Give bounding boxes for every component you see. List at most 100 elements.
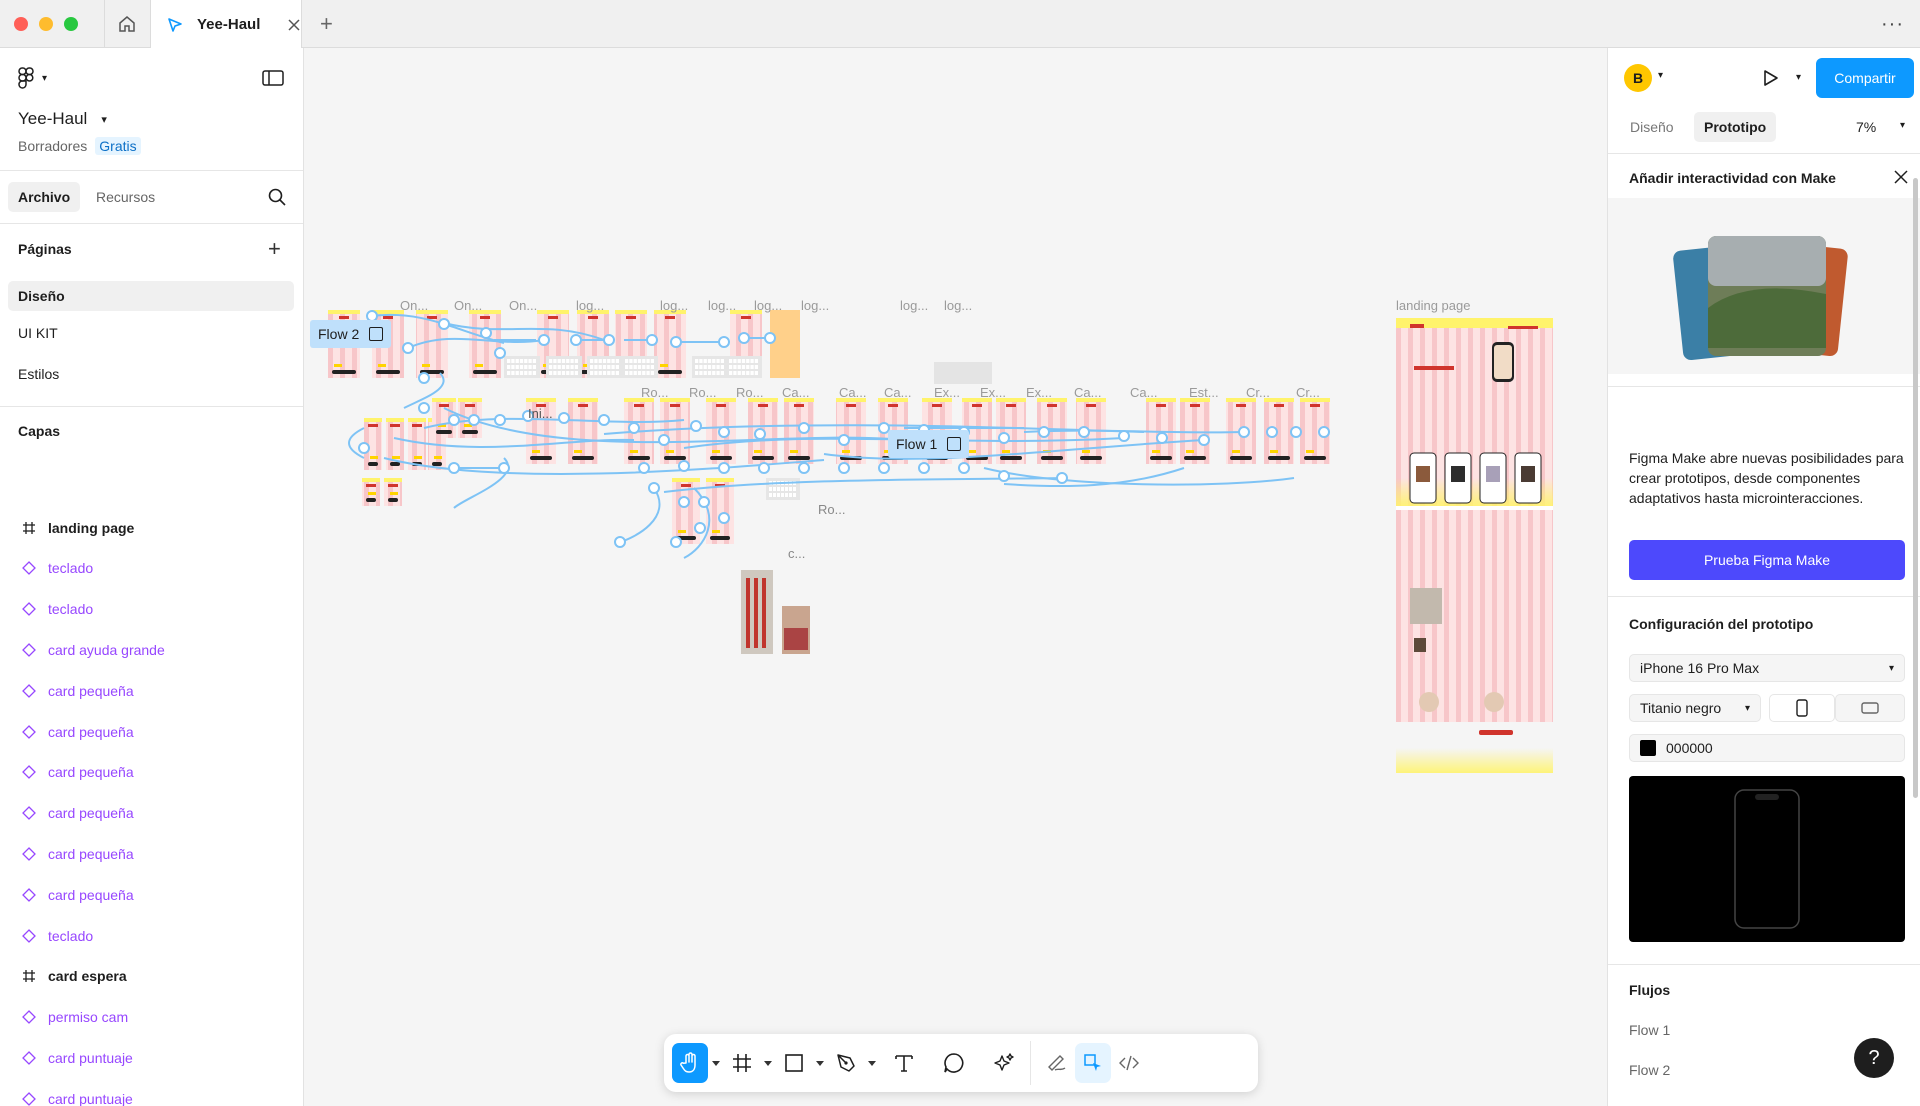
right-panel-scrollbar[interactable] <box>1913 178 1918 798</box>
frame-label[interactable]: log... <box>900 298 928 313</box>
location-link[interactable]: Borradores <box>18 138 87 154</box>
frame-label[interactable]: log... <box>576 298 604 313</box>
frame-label[interactable]: Ca... <box>839 385 866 400</box>
frame-label[interactable]: Ro... <box>736 385 763 400</box>
design-mode-button[interactable] <box>1075 1043 1111 1083</box>
page-item-ui-kit[interactable]: UI KIT <box>18 318 218 348</box>
device-color-select[interactable]: Titanio negro ▾ <box>1629 694 1761 722</box>
layer-item[interactable]: landing page <box>0 507 303 548</box>
maximize-window-button[interactable] <box>64 17 78 31</box>
frame-label[interactable]: Ca... <box>1130 385 1157 400</box>
device-select[interactable]: iPhone 16 Pro Max ▾ <box>1629 654 1905 682</box>
close-window-button[interactable] <box>14 17 28 31</box>
rectangle-tool-button[interactable] <box>776 1043 812 1083</box>
dev-mode-button[interactable] <box>1111 1043 1147 1083</box>
layer-item[interactable]: card puntuaje <box>0 1078 303 1106</box>
avatar[interactable]: B <box>1624 64 1652 92</box>
layer-item[interactable]: card pequeña <box>0 670 303 711</box>
color-swatch[interactable] <box>1640 740 1656 756</box>
text-tool-button[interactable] <box>886 1043 922 1083</box>
background-color-field[interactable]: 000000 <box>1629 734 1905 762</box>
help-button[interactable]: ? <box>1854 1038 1894 1078</box>
frame-label[interactable]: log... <box>660 298 688 313</box>
frame-label[interactable]: On... <box>509 298 537 313</box>
frame-label[interactable]: Ro... <box>689 385 716 400</box>
layer-item[interactable]: teclado <box>0 548 303 589</box>
toggle-sidebar-button[interactable] <box>262 68 286 88</box>
frame-label[interactable]: Ca... <box>884 385 911 400</box>
frame-label[interactable]: log... <box>754 298 782 313</box>
frame-label[interactable]: Ex... <box>1026 385 1052 400</box>
page-item-estilos[interactable]: Estilos <box>18 359 218 389</box>
frame-label[interactable]: Ex... <box>980 385 1006 400</box>
flow-1-tag[interactable]: Flow 1 <box>888 430 970 458</box>
close-tab-icon[interactable] <box>287 18 301 32</box>
try-figma-make-button[interactable]: Prueba Figma Make <box>1629 540 1905 580</box>
frame-label[interactable]: Cr... <box>1296 385 1320 400</box>
chevron-down-icon[interactable]: ▾ <box>1796 72 1801 83</box>
minimize-window-button[interactable] <box>39 17 53 31</box>
layer-item[interactable]: card pequeña <box>0 793 303 834</box>
zoom-level[interactable]: 7% <box>1846 112 1886 142</box>
portrait-toggle[interactable] <box>1769 694 1835 722</box>
layer-item[interactable]: card ayuda grande <box>0 629 303 670</box>
tab-design[interactable]: Diseño <box>1620 112 1684 142</box>
layer-item[interactable]: card pequeña <box>0 874 303 915</box>
frame-label[interactable]: log... <box>801 298 829 313</box>
share-button[interactable]: Compartir <box>1816 58 1914 98</box>
flow-item-1[interactable]: Flow 1 <box>1629 1022 1670 1038</box>
pen-tool-button[interactable] <box>828 1043 864 1083</box>
chevron-down-icon[interactable] <box>864 1043 880 1083</box>
page-item-diseno[interactable]: Diseño <box>8 281 294 311</box>
add-page-icon[interactable]: + <box>268 236 290 261</box>
main-menu-button[interactable]: ▾ <box>18 66 78 90</box>
frame-label[interactable]: On... <box>400 298 428 313</box>
background-hex[interactable]: 000000 <box>1666 740 1713 756</box>
chevron-down-icon[interactable] <box>760 1043 776 1083</box>
file-tab[interactable]: Yee-Haul <box>150 0 302 49</box>
frame-label[interactable]: Cr... <box>1246 385 1270 400</box>
layer-item[interactable]: card puntuaje <box>0 1037 303 1078</box>
close-make-button[interactable] <box>1894 170 1908 189</box>
chevron-down-icon[interactable] <box>812 1043 828 1083</box>
present-button[interactable] <box>1760 68 1780 93</box>
new-tab-button[interactable]: + <box>320 13 333 35</box>
frame-label[interactable]: Ex... <box>934 385 960 400</box>
frame-label[interactable]: On... <box>454 298 482 313</box>
layer-item[interactable]: teclado <box>0 589 303 630</box>
tab-assets[interactable]: Recursos <box>86 182 176 212</box>
landscape-toggle[interactable] <box>1835 694 1905 722</box>
chevron-down-icon[interactable]: ▾ <box>1658 70 1663 81</box>
comment-tool-button[interactable] <box>936 1043 972 1083</box>
ai-tool-button[interactable] <box>986 1043 1022 1083</box>
hand-tool-button[interactable] <box>672 1043 708 1083</box>
frame-label-ini[interactable]: Ini... <box>528 406 553 421</box>
frame-label[interactable]: Ca... <box>782 385 809 400</box>
frame-label[interactable]: Est... <box>1189 385 1219 400</box>
draw-mode-button[interactable] <box>1039 1043 1075 1083</box>
layer-item[interactable]: permiso cam <box>0 997 303 1038</box>
chevron-down-icon[interactable] <box>708 1043 724 1083</box>
layer-item[interactable]: card pequeña <box>0 833 303 874</box>
tab-prototype[interactable]: Prototipo <box>1694 112 1777 142</box>
landing-label[interactable]: landing page <box>1396 298 1470 313</box>
frame-label-ro[interactable]: Ro... <box>818 502 845 517</box>
layer-item[interactable]: card pequeña <box>0 711 303 752</box>
flow-item-2[interactable]: Flow 2 <box>1629 1062 1670 1078</box>
file-name-menu[interactable]: Yee-Haul ▾ <box>18 108 218 130</box>
layer-item[interactable]: card pequeña <box>0 752 303 793</box>
frame-label[interactable]: log... <box>708 298 736 313</box>
frame-label[interactable]: Ca... <box>1074 385 1101 400</box>
chevron-down-icon[interactable]: ▾ <box>1900 120 1905 131</box>
frame-label[interactable]: log... <box>944 298 972 313</box>
canvas[interactable]: On... On... On... log... log... log... log... l… <box>304 48 1607 1106</box>
plan-badge[interactable]: Gratis <box>95 137 141 155</box>
tab-file[interactable]: Archivo <box>8 182 80 212</box>
search-button[interactable] <box>268 186 290 208</box>
home-tab[interactable] <box>104 0 148 48</box>
flow-2-tag[interactable]: Flow 2 <box>310 320 392 348</box>
frame-label-c[interactable]: c... <box>788 546 805 561</box>
more-icon[interactable]: ··· <box>1881 13 1904 36</box>
layer-item[interactable]: card espera <box>0 956 303 997</box>
layer-item[interactable]: teclado <box>0 915 303 956</box>
